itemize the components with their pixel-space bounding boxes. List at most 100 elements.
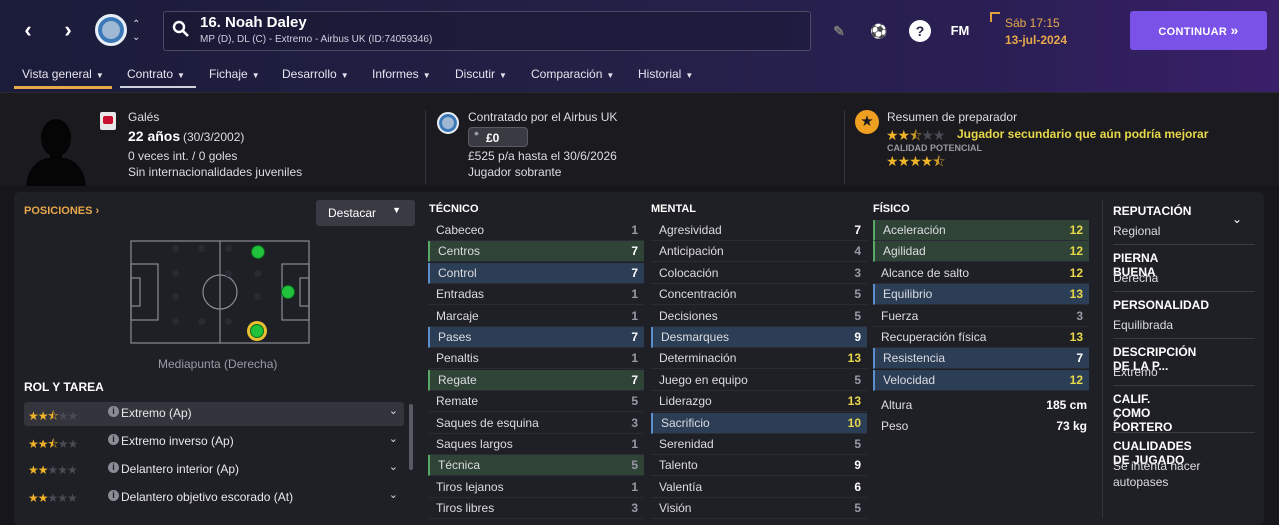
attribute-row[interactable]: Valentía 6 xyxy=(651,477,867,498)
attribute-row[interactable]: Agilidad 12 xyxy=(873,241,1089,263)
attribute-label: Sacrificio xyxy=(661,415,710,430)
help-icon[interactable]: ? xyxy=(909,20,931,42)
tab-historial[interactable]: Historial ▼ xyxy=(638,67,693,89)
roles-scrollbar[interactable] xyxy=(409,404,413,470)
forward-arrow-icon[interactable]: › xyxy=(54,16,82,44)
tab-fichaje[interactable]: Fichaje ▼ xyxy=(209,67,260,89)
contract-club: Contratado por el Airbus UK xyxy=(468,110,618,124)
chevron-down-icon[interactable]: ⌄ xyxy=(389,432,398,445)
attribute-row[interactable]: Penaltis 1 xyxy=(428,348,644,370)
attribute-row[interactable]: Equilibrio 13 xyxy=(873,284,1089,306)
attribute-row[interactable]: Agresividad 7 xyxy=(651,220,867,241)
attribute-row[interactable]: Recuperación física 13 xyxy=(873,327,1089,348)
attribute-row[interactable]: Determinación 13 xyxy=(651,348,867,370)
club-badge-icon[interactable] xyxy=(95,14,127,46)
attribute-row[interactable]: Velocidad 12 xyxy=(873,369,1089,391)
attribute-row[interactable]: Saques largos 1 xyxy=(428,434,644,455)
weight-label: Peso xyxy=(881,419,909,433)
positions-title[interactable]: POSICIONES › xyxy=(24,205,99,217)
kit-icon[interactable]: ⚽ xyxy=(868,20,890,42)
club-badge-small-icon xyxy=(437,112,459,134)
role-row[interactable]: ★★⯪★★ i Extremo (Ap) ⌄ xyxy=(24,402,404,426)
selected-position: Mediapunta (Derecha) xyxy=(158,357,278,371)
attribute-row[interactable]: Marcaje 1 xyxy=(428,306,644,327)
attribute-row[interactable]: Sacrificio 10 xyxy=(651,412,867,434)
attribute-value: 5 xyxy=(631,458,638,473)
chevron-down-icon[interactable]: ⌄ xyxy=(389,488,398,501)
info-icon[interactable]: i xyxy=(108,434,119,445)
attribute-value: 12 xyxy=(1069,223,1083,237)
attribute-row[interactable]: Serenidad 5 xyxy=(651,434,867,455)
attribute-value: 9 xyxy=(854,458,861,473)
search-icon[interactable] xyxy=(172,20,190,38)
value-badge[interactable]: • £0 xyxy=(468,125,528,147)
attribute-value: 1 xyxy=(631,351,638,366)
attribute-row[interactable]: Entradas 1 xyxy=(428,284,644,306)
attribute-label: Liderazgo xyxy=(659,394,712,409)
tab-comparacion[interactable]: Comparación ▼ xyxy=(531,67,614,89)
attribute-row[interactable]: Desmarques 9 xyxy=(651,327,867,348)
attribute-row[interactable]: Resistencia 7 xyxy=(873,348,1089,370)
roles-title: ROL Y TAREA xyxy=(24,380,104,394)
attribute-row[interactable]: Concentración 5 xyxy=(651,284,867,306)
role-row[interactable]: ★★★★★ i Delantero objetivo escorado (At) ⌄ xyxy=(24,486,404,510)
attribute-label: Concentración xyxy=(659,287,737,302)
attribute-row[interactable]: Juego en equipo 5 xyxy=(651,370,867,391)
attribute-row[interactable]: Remate 5 xyxy=(428,391,644,413)
attribute-row[interactable]: Técnica 5 xyxy=(428,455,644,477)
tab-informes[interactable]: Informes ▼ xyxy=(372,67,431,89)
info-icon[interactable]: i xyxy=(108,462,119,473)
attribute-value: 5 xyxy=(631,394,638,409)
chevron-down-icon[interactable]: ⌄ xyxy=(389,460,398,473)
attribute-value: 10 xyxy=(847,415,861,430)
pencil-icon[interactable]: ✎ xyxy=(828,20,850,42)
highlight-dropdown[interactable]: Destacar ▼ xyxy=(316,200,415,226)
tab-discutir[interactable]: Discutir ▼ xyxy=(455,67,507,89)
attribute-row[interactable]: Aceleración 12 xyxy=(873,220,1089,241)
caps: 0 veces int. / 0 goles xyxy=(128,149,238,163)
attribute-row[interactable]: Decisiones 5 xyxy=(651,306,867,327)
attribute-label: Velocidad xyxy=(883,372,936,387)
attribute-value: 12 xyxy=(1069,244,1083,259)
attribute-row[interactable]: Saques de esquina 3 xyxy=(428,413,644,434)
position-dot xyxy=(225,245,232,252)
attribute-row[interactable]: Anticipación 4 xyxy=(651,241,867,263)
attribute-row[interactable]: Liderazgo 13 xyxy=(651,391,867,413)
attribute-row[interactable]: Centros 7 xyxy=(428,241,644,263)
attribute-row[interactable]: Tiros lejanos 1 xyxy=(428,477,644,498)
chevron-up-icon[interactable]: ⌃ xyxy=(132,20,140,30)
info-icon[interactable]: i xyxy=(108,490,119,501)
attribute-row[interactable]: Visión 5 xyxy=(651,498,867,520)
attribute-label: Pases xyxy=(438,330,472,344)
attribute-row[interactable]: Tiros libres 3 xyxy=(428,498,644,520)
role-label: Delantero objetivo escorado (At) xyxy=(121,490,294,504)
player-avatar xyxy=(26,119,86,186)
attribute-label: Saques de esquina xyxy=(436,415,539,430)
info-divider xyxy=(1113,244,1255,245)
role-row[interactable]: ★★⯪★★ i Extremo inverso (Ap) ⌄ xyxy=(24,430,404,454)
attribute-row[interactable]: Cabeceo 1 xyxy=(428,220,644,241)
role-row[interactable]: ★★★★★ i Delantero interior (Ap) ⌄ xyxy=(24,458,404,482)
attribute-row[interactable]: Fuerza 3 xyxy=(873,306,1089,327)
continue-button[interactable]: CONTINUAR » xyxy=(1130,11,1267,50)
attribute-row[interactable]: Alcance de salto 12 xyxy=(873,263,1089,284)
info-icon[interactable]: i xyxy=(108,406,119,417)
attribute-label: Valentía xyxy=(659,479,703,494)
fm-logo-icon[interactable]: FM xyxy=(947,20,973,42)
attribute-row[interactable]: Control 7 xyxy=(428,262,644,284)
coach-title: Resumen de preparador xyxy=(887,110,1018,124)
attribute-label: Penaltis xyxy=(436,351,479,366)
chevron-down-icon[interactable]: ⌄ xyxy=(389,404,398,417)
chevron-down-icon[interactable]: ⌄ xyxy=(132,33,140,43)
info-value: Derecha xyxy=(1113,271,1159,285)
attribute-label: Juego en equipo xyxy=(659,372,748,387)
role-stars: ★★★★★ xyxy=(28,463,78,477)
back-arrow-icon[interactable]: ‹ xyxy=(14,16,42,44)
attribute-row[interactable]: Colocación 3 xyxy=(651,263,867,284)
attribute-row[interactable]: Regate 7 xyxy=(428,369,644,391)
attribute-value: 5 xyxy=(854,437,861,451)
tab-desarrollo[interactable]: Desarrollo ▼ xyxy=(282,67,349,89)
info-divider xyxy=(1113,291,1255,292)
attribute-row[interactable]: Pases 7 xyxy=(428,327,644,348)
attribute-row[interactable]: Talento 9 xyxy=(651,455,867,477)
